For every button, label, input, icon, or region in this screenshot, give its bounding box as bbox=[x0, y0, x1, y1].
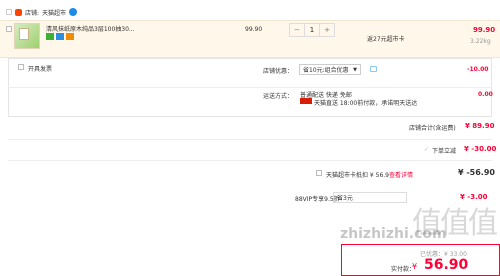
shipping-amount: 0.00 bbox=[478, 91, 493, 98]
store-checkbox[interactable] bbox=[6, 9, 12, 15]
instant-discount-amount: ¥ -30.00 bbox=[464, 145, 497, 153]
shipping-promise: 天猫直送 18:00前付款，承诺明天送达 bbox=[314, 100, 418, 107]
product-thumbnail[interactable] bbox=[14, 23, 40, 49]
supermarket-card-checkbox[interactable] bbox=[316, 170, 322, 176]
product-weight: 3.22kg bbox=[470, 38, 491, 45]
options-divider bbox=[8, 87, 492, 88]
store-discount-selected: 省10元:组合优惠 bbox=[303, 67, 349, 74]
product-subtotal: 99.90 bbox=[473, 26, 496, 34]
product-title[interactable]: 清风抹纸原木纯品3层100抽30... bbox=[46, 24, 135, 33]
cashback-note: 返27元超市卡 bbox=[367, 36, 405, 43]
product-checkbox[interactable] bbox=[6, 26, 12, 32]
invoice-label: 开具发票 bbox=[28, 66, 53, 73]
store-total-label: 店铺合计(含运费) bbox=[409, 125, 456, 132]
section-divider bbox=[8, 160, 492, 161]
decrement-button[interactable]: − bbox=[290, 24, 304, 36]
card-details-link[interactable]: 查看详情 bbox=[389, 170, 413, 179]
store-discount-amount: -10.00 bbox=[467, 66, 489, 73]
invoice-checkbox[interactable] bbox=[18, 64, 24, 70]
store-discount-label: 店铺优惠： bbox=[263, 68, 294, 75]
card-deduction-amount: ¥ -56.90 bbox=[458, 168, 495, 177]
supermarket-card-label: 天猫超市卡抵扣 ¥ 56.9 bbox=[326, 172, 389, 179]
instant-discount-label: 下单立减 bbox=[432, 148, 457, 155]
product-tags bbox=[46, 33, 74, 40]
tmall-direct-icon bbox=[300, 98, 312, 104]
service-tag-icon bbox=[46, 33, 54, 40]
quantity-stepper[interactable]: − 1 + bbox=[289, 23, 335, 37]
vip-discount-select[interactable]: 省3元 bbox=[333, 192, 407, 203]
shipping-label: 运送方式： bbox=[263, 93, 294, 100]
service-tag-icon bbox=[56, 33, 64, 40]
chevron-down-icon: ▼ bbox=[353, 66, 357, 73]
watermark-domain: zhizhizhi.com bbox=[340, 226, 447, 242]
store-discount-select[interactable]: 省10元:组合优惠 ▼ bbox=[299, 64, 361, 75]
section-divider bbox=[8, 139, 492, 140]
tmall-badge-icon bbox=[69, 8, 78, 16]
store-header: 店铺: 天猫超市 bbox=[6, 6, 78, 18]
store-total-amount: ¥ 89.90 bbox=[465, 122, 495, 130]
checkmark-icon: ✓ bbox=[424, 146, 430, 153]
chat-icon[interactable] bbox=[370, 66, 377, 72]
store-icon bbox=[15, 8, 22, 16]
final-amount: 56.90 bbox=[424, 257, 469, 273]
unit-price: 99.90 bbox=[245, 26, 263, 33]
vip-discount-selected: 省3元 bbox=[337, 195, 353, 202]
increment-button[interactable]: + bbox=[320, 24, 334, 36]
service-tag-icon bbox=[66, 33, 74, 40]
quantity-input[interactable]: 1 bbox=[304, 24, 320, 36]
final-currency: ¥ bbox=[412, 262, 418, 271]
store-name[interactable]: 天猫超市 bbox=[42, 8, 66, 17]
store-prefix: 店铺: bbox=[25, 9, 40, 17]
